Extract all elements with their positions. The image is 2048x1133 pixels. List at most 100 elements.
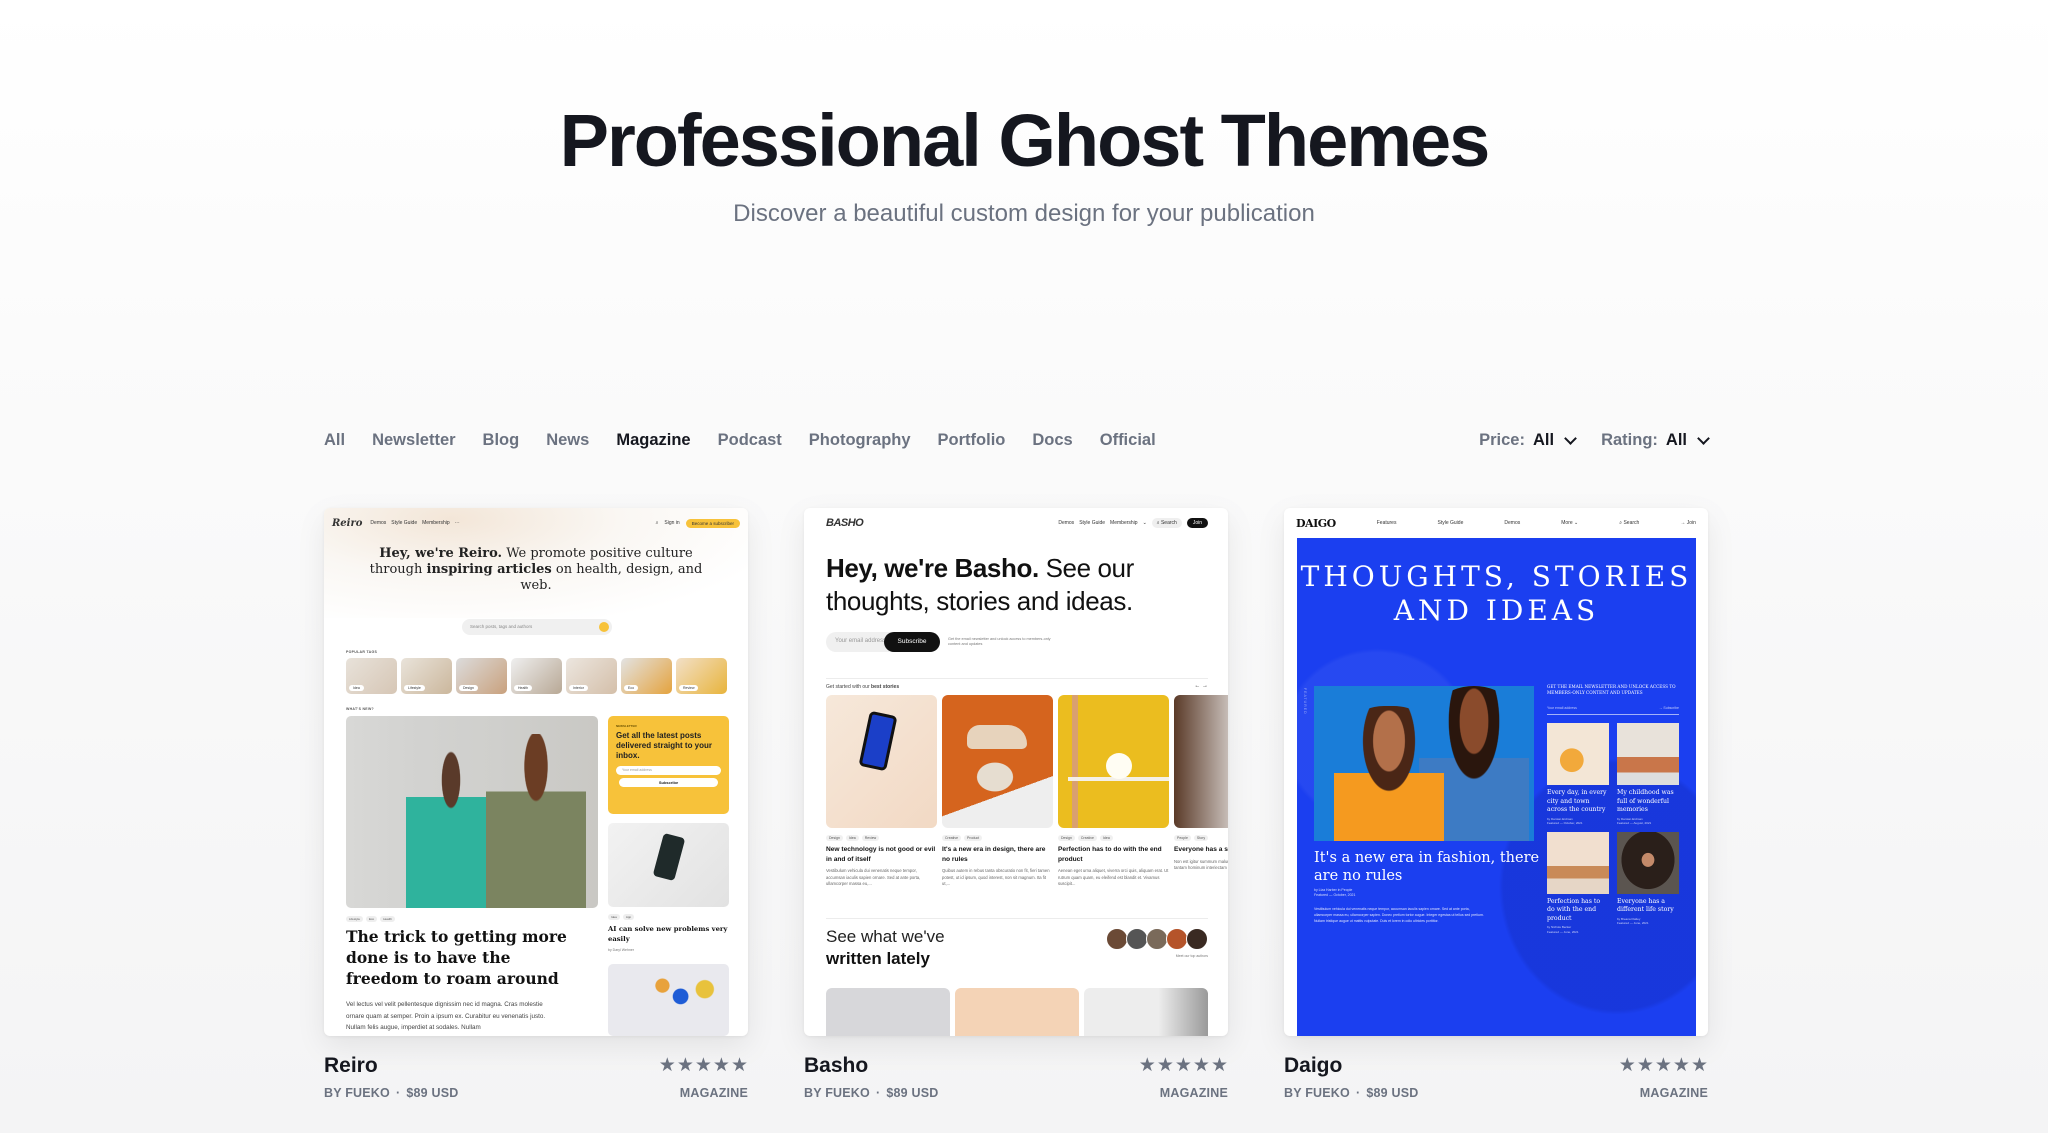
theme-preview-reiro[interactable]: Reiro Demos Style Guide Membership ··· ⌕…: [324, 508, 748, 1036]
featured-image: [346, 716, 598, 908]
theme-meta: Reiro ★ ★ ★ ★ ★ BY FUEKO · $89 USD MAGAZINE: [324, 1054, 748, 1114]
theme-name[interactable]: Basho: [804, 1054, 868, 1078]
lately-line-2: written lately: [826, 949, 930, 968]
whats-new-label: WHAT'S NEW?: [346, 707, 374, 711]
preview-headline: Hey, we're Reiro. We promote positive cu…: [364, 546, 708, 594]
preview-signin: Sign in: [664, 520, 680, 526]
rating-label: Rating:: [1601, 430, 1658, 449]
tag-tile: Idea: [346, 658, 397, 694]
preview-nav-join: → Join: [1680, 520, 1696, 526]
star-filled-icon: ★: [1156, 1055, 1174, 1076]
price-label: Price:: [1479, 430, 1525, 449]
story-title: Perfection has to do with the end produc…: [1058, 846, 1162, 863]
post-image: [826, 988, 950, 1036]
stories-row: Design Idea Review New technology is not g…: [826, 695, 1228, 888]
theme-name[interactable]: Reiro: [324, 1054, 378, 1078]
tag-tile: Interior: [566, 658, 617, 694]
post-image: [1617, 723, 1679, 785]
star-rating: ★ ★ ★ ★ ★: [1619, 1056, 1708, 1075]
star-filled-icon: ★: [1210, 1055, 1228, 1076]
star-filled-icon: ★: [1690, 1055, 1708, 1076]
preview-nav-link: Membership: [1110, 520, 1138, 526]
story-tags: Design Creative Idea: [1058, 835, 1169, 841]
tag-label: Health: [514, 685, 533, 691]
story-image: [1174, 695, 1228, 828]
rating-value: All: [1665, 430, 1687, 449]
tab-official[interactable]: Official: [1100, 431, 1156, 450]
story-excerpt: Quibus autem in rebus tanta obscuratio n…: [942, 868, 1050, 886]
tab-portfolio[interactable]: Portfolio: [938, 431, 1006, 450]
theme-category: MAGAZINE: [679, 1086, 748, 1100]
shoe-shape: [967, 725, 1027, 749]
theme-author: BY FUEKO: [804, 1086, 870, 1100]
star-filled-icon: ★: [658, 1055, 676, 1076]
headline-bold: Hey, we're Reiro.: [379, 546, 503, 561]
theme-byline: BY FUEKO · $89 USD: [324, 1086, 458, 1100]
tab-news[interactable]: News: [546, 431, 589, 450]
preview-nav-link: Features: [1376, 520, 1397, 526]
avatar: [1106, 928, 1128, 950]
phone-image: [608, 823, 729, 907]
tab-magazine[interactable]: Magazine: [616, 431, 690, 450]
newsletter-input: Your email address → Subscribe: [1547, 706, 1679, 715]
tab-docs[interactable]: Docs: [1032, 431, 1072, 450]
newsletter-title: Get all the latest posts delivered strai…: [616, 731, 713, 760]
tag-tile: Review: [676, 658, 727, 694]
hero-panel: THOUGHTS, STORIES AND IDEAS FEATURED It'…: [1297, 538, 1696, 1036]
preview-nav: BASHO Demos Style Guide Membership ⌄ ⌕ S…: [826, 514, 1208, 532]
preview-nav: Reiro Demos Style Guide Membership ··· ⌕…: [332, 514, 740, 532]
grid-post: Every day, in every city and town across…: [1547, 723, 1609, 826]
story-tag: People: [1174, 835, 1191, 841]
story-title: Everyone has a story: [1174, 846, 1228, 853]
newsletter-box: NEWSLETTER Get all the latest posts deli…: [608, 716, 729, 814]
preview-logo: Reiro: [332, 517, 363, 529]
tab-photography[interactable]: Photography: [809, 431, 911, 450]
star-filled-icon: ★: [1672, 1055, 1690, 1076]
headline-bold: Hey, we're Basho.: [826, 553, 1039, 583]
theme-name[interactable]: Daigo: [1284, 1054, 1342, 1078]
tag-label: Interior: [569, 685, 588, 691]
chevron-down-icon: ⌄: [1142, 520, 1147, 526]
preview-nav-link: Style Guide: [391, 520, 418, 526]
search-icon: ⌕: [655, 520, 659, 526]
theme-card-reiro: Reiro Demos Style Guide Membership ··· ⌕…: [324, 508, 748, 1114]
star-filled-icon: ★: [1174, 1055, 1192, 1076]
post-date: Featured — October, 2021: [1547, 821, 1583, 825]
post-title: Every day, in every city and town across…: [1547, 789, 1607, 813]
story-tags: Creative Product: [942, 835, 1053, 841]
theme-byline: BY FUEKO · $89 USD: [804, 1086, 938, 1100]
star-filled-icon: ★: [1636, 1055, 1654, 1076]
shelf-post: [1072, 695, 1078, 828]
post-title: Everyone has a different life story: [1617, 897, 1674, 914]
theme-preview-daigo[interactable]: DAIGO Features Style Guide Demos More ⌄ …: [1284, 508, 1708, 1036]
theme-card-daigo: DAIGO Features Style Guide Demos More ⌄ …: [1284, 508, 1708, 1114]
subscribe-note: Get the email newsletter and unlock acce…: [948, 637, 1051, 646]
stones-shape: [970, 757, 1020, 797]
preview-nav-link: Style Guide: [1079, 520, 1106, 526]
theme-category: MAGAZINE: [1639, 1086, 1708, 1100]
section-text: Get started with our: [826, 684, 870, 690]
star-filled-icon: ★: [730, 1055, 748, 1076]
tab-all[interactable]: All: [324, 431, 345, 450]
story-excerpt: Aenean eget urna aliquet, viverra orci q…: [1058, 868, 1169, 886]
tab-newsletter[interactable]: Newsletter: [372, 431, 455, 450]
rating-dropdown[interactable]: Rating: All: [1601, 430, 1710, 450]
theme-author: BY FUEKO: [324, 1086, 390, 1100]
theme-preview-basho[interactable]: BASHO Demos Style Guide Membership ⌄ ⌕ S…: [804, 508, 1228, 1036]
tag-label: Design: [459, 685, 478, 691]
story-tag: Creative: [1077, 835, 1097, 841]
story-tag: Creative: [942, 835, 962, 841]
post-title: My childhood was full of wonderful memor…: [1617, 789, 1674, 813]
section-label: Get started with our best stories: [826, 684, 899, 690]
featured-post-excerpt: Vel lectus vel velit pellentesque dignis…: [346, 1001, 546, 1031]
phone-shape: [858, 710, 898, 772]
grid-post: My childhood was full of wonderful memor…: [1617, 723, 1679, 826]
story-tag: Product: [964, 835, 983, 841]
price-dropdown[interactable]: Price: All: [1479, 430, 1577, 450]
post-image: [1084, 988, 1208, 1036]
tag-label: Lifestyle: [404, 685, 425, 691]
tab-blog[interactable]: Blog: [483, 431, 520, 450]
tab-podcast[interactable]: Podcast: [718, 431, 782, 450]
chevron-down-icon: [1697, 431, 1710, 445]
preview-nav-more: ···: [454, 520, 460, 526]
